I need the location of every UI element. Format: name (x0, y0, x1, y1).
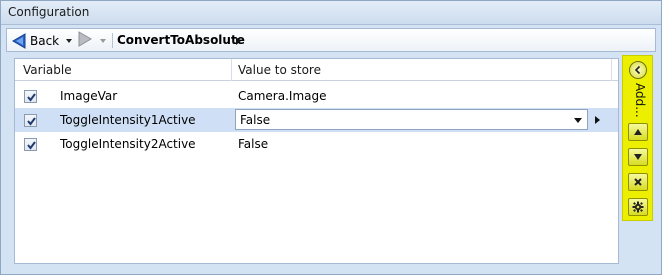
table-row[interactable]: ToggleIntensity2Active False (15, 132, 618, 156)
move-down-button[interactable] (628, 148, 648, 166)
column-divider[interactable] (611, 59, 612, 81)
back-arrow-icon (12, 32, 26, 49)
window-title: Configuration (8, 5, 90, 19)
collapse-left-icon (634, 65, 641, 75)
forward-button[interactable] (77, 31, 95, 50)
column-header-variable[interactable]: Variable (23, 63, 72, 77)
add-side-panel: Add... (622, 55, 653, 221)
value-cell[interactable]: Camera.Image (238, 89, 327, 103)
table-row[interactable]: ImageVar Camera.Image (15, 84, 618, 108)
checkmark-icon (27, 117, 36, 126)
forward-history-dropdown-icon[interactable] (100, 39, 106, 43)
delete-icon (634, 178, 642, 186)
variable-name: ToggleIntensity1Active (60, 113, 196, 127)
combobox-value: False (240, 113, 271, 127)
value-cell[interactable]: False (238, 137, 268, 151)
grid-header: Variable Value to store (15, 59, 618, 81)
move-up-icon (634, 129, 642, 135)
variable-name: ToggleIntensity2Active (60, 137, 196, 151)
navigation-toolbar: Back ConvertToAbsolute (6, 28, 656, 52)
variable-name: ImageVar (60, 89, 118, 103)
column-divider[interactable] (231, 59, 232, 81)
settings-gear-icon (632, 201, 644, 213)
back-label: Back (30, 33, 60, 48)
title-bar: Configuration (1, 1, 661, 25)
delete-button[interactable] (628, 173, 648, 191)
breadcrumb[interactable]: ConvertToAbsolute (117, 33, 245, 47)
row-checkbox[interactable] (24, 90, 37, 103)
checkmark-icon (27, 141, 36, 150)
settings-button[interactable] (628, 198, 648, 216)
chevron-down-icon[interactable] (574, 118, 582, 123)
row-checkbox[interactable] (24, 114, 37, 127)
move-up-button[interactable] (628, 123, 648, 141)
configuration-window: Configuration Back ConvertToAbsolute Var… (0, 0, 662, 275)
breadcrumb-chevron-icon[interactable] (236, 37, 241, 45)
expand-arrow-icon[interactable] (595, 116, 600, 124)
forward-arrow-icon (78, 31, 92, 47)
checkmark-icon (27, 93, 36, 102)
column-header-value[interactable]: Value to store (238, 63, 321, 77)
back-button[interactable]: Back (11, 31, 59, 50)
table-row[interactable]: ToggleIntensity1Active False (15, 108, 618, 132)
value-combobox[interactable]: False (235, 109, 588, 130)
toolbar-separator (112, 33, 113, 48)
move-down-icon (634, 154, 642, 160)
back-history-dropdown-icon[interactable] (66, 39, 72, 43)
row-checkbox[interactable] (24, 138, 37, 151)
collapse-panel-button[interactable] (629, 61, 647, 79)
variables-grid: Variable Value to store ImageVar Camera.… (14, 58, 619, 264)
